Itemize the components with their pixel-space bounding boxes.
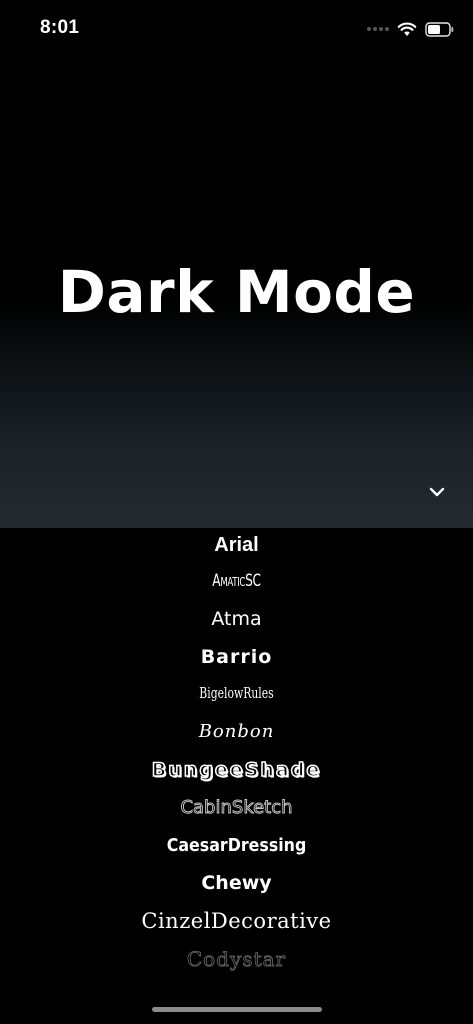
hero-title: Dark Mode [57,258,416,326]
font-item-atma[interactable]: Atma [0,610,473,629]
font-item-cabinsketch[interactable]: CabinSketch [0,798,473,817]
font-list: Arial AmaticSC Atma Barrio BigelowRules … [0,528,473,988]
signal-dots-icon [367,27,389,31]
wifi-icon [397,22,417,36]
font-item-bungeeshade[interactable]: BungeeShade [0,760,473,781]
status-time: 8:01 [40,17,80,38]
font-item-cinzeldecorative[interactable]: CinzelDecorative [0,911,473,932]
font-item-chewy[interactable]: Chewy [0,874,473,893]
font-item-caesardressing[interactable]: CaesarDressing [28,837,444,855]
battery-icon [425,21,454,37]
home-indicator[interactable] [152,1007,322,1012]
status-icons [367,20,455,38]
chevron-down-icon[interactable] [427,484,447,500]
font-item-barrio[interactable]: Barrio [0,648,473,667]
font-item-codystar[interactable]: Codystar [0,949,473,970]
status-bar: 8:01 [0,0,473,58]
hero-banner: Dark Mode [0,0,473,528]
font-item-amaticsc[interactable]: AmaticSC [66,573,407,590]
font-item-bigelowrules[interactable]: BigelowRules [66,686,407,701]
font-item-bonbon[interactable]: Bonbon [0,723,473,741]
font-item-arial[interactable]: Arial [0,535,473,555]
